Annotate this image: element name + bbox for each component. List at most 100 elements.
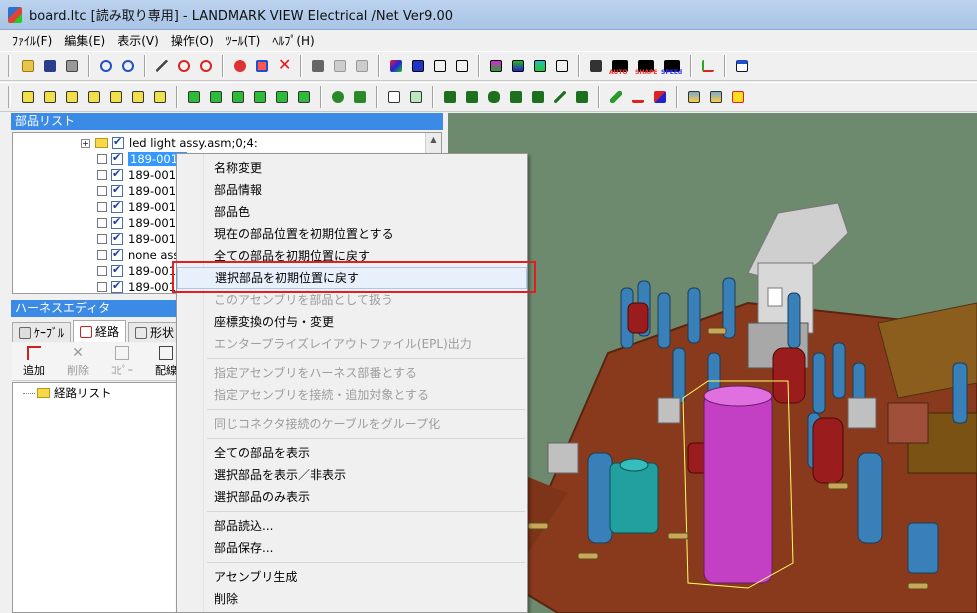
color-swap-icon[interactable] <box>651 88 669 106</box>
panel2-icon[interactable] <box>407 88 425 106</box>
menu-create-assembly[interactable]: アセンブリ生成 <box>177 566 527 588</box>
menu-tools[interactable]: ﾂｰﾙ(T) <box>220 32 267 49</box>
cube-green-5-icon[interactable] <box>273 88 291 106</box>
menu-show-all[interactable]: 全ての部品を表示 <box>177 442 527 464</box>
cube-top-icon[interactable] <box>509 57 527 75</box>
menu-toggle-selected[interactable]: 選択部品を表示／非表示 <box>177 464 527 486</box>
visibility-checkbox[interactable] <box>111 199 123 213</box>
pen-icon[interactable] <box>153 57 171 75</box>
visibility-checkbox[interactable] <box>111 279 123 293</box>
tree-row[interactable]: + led light assy.asm;0;4: <box>81 135 258 151</box>
menu-connect-target[interactable]: 指定アセンブリを接続・追加対象とする <box>177 384 527 406</box>
shield-icon[interactable] <box>485 88 503 106</box>
menu-load-part[interactable]: 部品読込... <box>177 515 527 537</box>
speed-icon[interactable]: SPEEd <box>661 57 683 76</box>
close-icon[interactable]: ✕ <box>275 55 293 75</box>
select-box-icon[interactable] <box>253 57 271 75</box>
cube-green-6-icon[interactable] <box>295 88 313 106</box>
toolbar-grip[interactable] <box>8 86 11 108</box>
axis-icon[interactable] <box>699 57 717 75</box>
menu-set-initial-position[interactable]: 現在の部品位置を初期位置とする <box>177 223 527 245</box>
visibility-checkbox[interactable] <box>111 215 123 229</box>
camera-icon[interactable] <box>309 57 327 75</box>
shape-icon[interactable]: SHAPE <box>635 57 657 76</box>
cube-wire2-icon[interactable] <box>453 57 471 75</box>
image-icon[interactable] <box>685 88 703 106</box>
menu-edit[interactable]: 編集(E) <box>58 32 111 49</box>
group-icon[interactable] <box>329 88 347 106</box>
cube-color-icon[interactable] <box>387 57 405 75</box>
cube-yellow-6-icon[interactable] <box>129 88 147 106</box>
monitor-icon[interactable] <box>351 88 369 106</box>
tab-cable[interactable]: ｹｰﾌﾞﾙ <box>12 322 72 342</box>
auto-icon[interactable]: AUTO <box>609 57 631 76</box>
panel-icon[interactable] <box>385 88 403 106</box>
cube-yellow-3-icon[interactable] <box>63 88 81 106</box>
highlight-icon[interactable] <box>729 88 747 106</box>
cube-green-2-icon[interactable] <box>207 88 225 106</box>
cube-iso-icon[interactable] <box>553 57 571 75</box>
cube-side-icon[interactable] <box>531 57 549 75</box>
snapshot-icon[interactable] <box>463 88 481 106</box>
cube-yellow-5-icon[interactable] <box>107 88 125 106</box>
menu-save-part[interactable]: 部品保存... <box>177 537 527 559</box>
visibility-checkbox[interactable] <box>112 135 124 149</box>
visibility-checkbox[interactable] <box>111 183 123 197</box>
visibility-checkbox[interactable] <box>111 151 123 165</box>
tree-row[interactable]: none ass <box>97 247 179 263</box>
scroll-up-icon[interactable]: ▲ <box>426 133 441 147</box>
tree-row[interactable]: 189-0014 <box>97 167 183 183</box>
tree-row[interactable]: 189-001 <box>97 279 176 295</box>
sound-icon[interactable] <box>587 57 605 75</box>
tab-route[interactable]: 経路 <box>73 320 127 342</box>
visibility-checkbox[interactable] <box>111 231 123 245</box>
print-icon[interactable] <box>63 57 81 75</box>
tree-row[interactable]: 189-0014 <box>97 151 188 167</box>
copy-button[interactable]: ｺﾋﾟｰ <box>100 343 144 380</box>
wire-icon[interactable] <box>607 88 625 106</box>
image2-icon[interactable] <box>707 88 725 106</box>
no-pen-icon[interactable] <box>175 57 193 75</box>
no-erase-icon[interactable] <box>197 57 215 75</box>
cube-yellow-1-icon[interactable] <box>19 88 37 106</box>
menu-group-cables[interactable]: 同じコネクタ接続のケーブルをグループ化 <box>177 413 527 435</box>
cube-green-4-icon[interactable] <box>251 88 269 106</box>
menu-operation[interactable]: 操作(O) <box>165 32 220 49</box>
save-icon[interactable] <box>41 57 59 75</box>
cube-blue-icon[interactable] <box>409 57 427 75</box>
cube-yellow-2-icon[interactable] <box>41 88 59 106</box>
route-list-root[interactable]: 経路リスト <box>23 385 112 401</box>
link-icon[interactable] <box>573 88 591 106</box>
redo-icon[interactable] <box>119 57 137 75</box>
menu-rename[interactable]: 名称変更 <box>177 157 527 179</box>
undo-icon[interactable] <box>97 57 115 75</box>
visibility-checkbox[interactable] <box>111 263 123 277</box>
menu-part-info[interactable]: 部品情報 <box>177 179 527 201</box>
open-folder-icon[interactable] <box>19 57 37 75</box>
tree-row[interactable]: 189-0014 <box>97 199 183 215</box>
add-button[interactable]: 追加 <box>12 343 56 380</box>
cube-green-1-icon[interactable] <box>185 88 203 106</box>
menu-file[interactable]: ﾌｧｲﾙ(F) <box>6 32 58 49</box>
tree-row[interactable]: 189-0014 <box>97 215 183 231</box>
window-icon[interactable] <box>733 57 751 75</box>
tree-row[interactable]: 189-0014 <box>97 183 183 199</box>
brush-icon[interactable] <box>551 88 569 106</box>
visibility-checkbox[interactable] <box>111 247 123 261</box>
menu-delete[interactable]: 削除 <box>177 588 527 610</box>
cube-front-icon[interactable] <box>487 57 505 75</box>
toolbar-grip[interactable] <box>8 55 11 77</box>
cube-wire-icon[interactable] <box>431 57 449 75</box>
expand-icon[interactable]: + <box>81 138 90 148</box>
menu-coordinate-transform[interactable]: 座標変換の付与・変更 <box>177 311 527 333</box>
paint-icon[interactable] <box>529 88 547 106</box>
tree-row[interactable]: 189-001 <box>97 263 176 279</box>
menu-help[interactable]: ﾍﾙﾌﾟ(H) <box>266 32 320 49</box>
cube-yellow-7-icon[interactable] <box>151 88 169 106</box>
film-icon[interactable] <box>441 88 459 106</box>
menu-part-color[interactable]: 部品色 <box>177 201 527 223</box>
cube-green-3-icon[interactable] <box>229 88 247 106</box>
measure-icon[interactable] <box>507 88 525 106</box>
cube-yellow-4-icon[interactable] <box>85 88 103 106</box>
tab-shape[interactable]: 形状 <box>128 322 182 342</box>
